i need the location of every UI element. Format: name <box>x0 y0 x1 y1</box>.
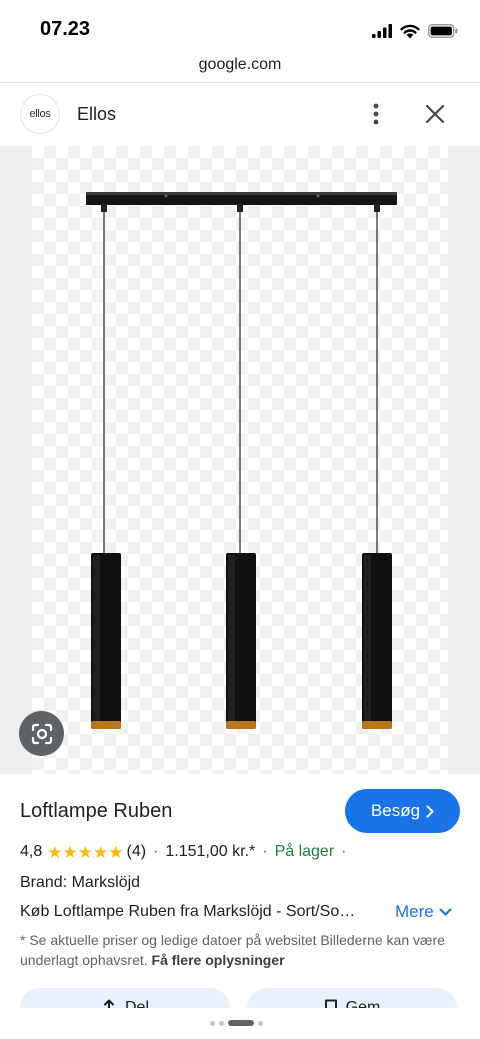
product-image-area[interactable] <box>0 146 480 774</box>
rating-row: 4,8 ★ ★ ★ ★ ★ (4) · 1.151,00 kr.* · På l… <box>20 842 353 862</box>
close-icon <box>426 105 444 123</box>
more-info-link[interactable]: Få flere oplysninger <box>152 952 285 968</box>
page-dot <box>219 1020 224 1026</box>
status-icons <box>372 22 458 40</box>
page-dot <box>210 1020 215 1026</box>
product-description: Køb Loftlampe Ruben fra Markslöjd - Sort… <box>20 903 356 920</box>
visit-button-label: Besøg <box>370 801 421 820</box>
star-icon: ★ <box>62 842 78 862</box>
rating-stars: ★ ★ ★ ★ ★ <box>47 844 123 861</box>
cellular-signal-icon <box>372 24 392 38</box>
brand: Brand: Markslöjd <box>20 874 141 891</box>
more-vert-icon <box>373 103 379 125</box>
google-lens-icon <box>31 723 52 744</box>
wifi-icon <box>400 24 420 38</box>
more-options-button[interactable] <box>362 100 390 128</box>
status-time: 07.23 <box>40 18 91 40</box>
star-icon: ★ <box>108 842 124 862</box>
page-indicator <box>210 1020 263 1026</box>
status-bar: 07.23 <box>0 0 480 56</box>
site-header: ellos Ellos <box>0 83 480 146</box>
more-button-label: Mere <box>395 902 434 921</box>
stock-status: På lager <box>274 843 335 860</box>
url-bar[interactable]: google.com <box>0 56 480 82</box>
more-button[interactable]: Mere <box>395 902 452 922</box>
rating-value: 4,8 <box>20 843 43 860</box>
star-icon: ★ <box>77 842 93 862</box>
separator-dot: · <box>341 843 347 860</box>
product-info: Loftlampe Ruben Besøg 4,8 ★ ★ ★ ★ ★ (4) … <box>0 774 480 1028</box>
price: 1.151,00 kr.* <box>165 843 256 860</box>
star-icon: ★ <box>47 842 63 862</box>
product-image[interactable] <box>0 146 480 774</box>
site-logo[interactable]: ellos <box>20 94 60 134</box>
battery-icon <box>428 24 458 38</box>
page-dot-active <box>228 1020 254 1026</box>
chevron-right-icon <box>426 805 434 817</box>
bottom-bar <box>0 1008 480 1039</box>
chevron-down-icon <box>439 908 452 916</box>
google-lens-button[interactable] <box>19 711 64 756</box>
review-count: (4) <box>126 843 147 860</box>
close-button[interactable] <box>421 100 449 128</box>
site-name[interactable]: Ellos <box>77 104 116 125</box>
separator-dot: · <box>262 843 268 860</box>
star-icon: ★ <box>93 842 109 862</box>
disclaimer: * Se aktuelle priser og ledige datoer på… <box>20 930 460 970</box>
product-title[interactable]: Loftlampe Ruben <box>20 800 172 823</box>
separator-dot: · <box>153 843 159 860</box>
page-dot <box>258 1020 263 1026</box>
visit-button[interactable]: Besøg <box>345 789 460 833</box>
